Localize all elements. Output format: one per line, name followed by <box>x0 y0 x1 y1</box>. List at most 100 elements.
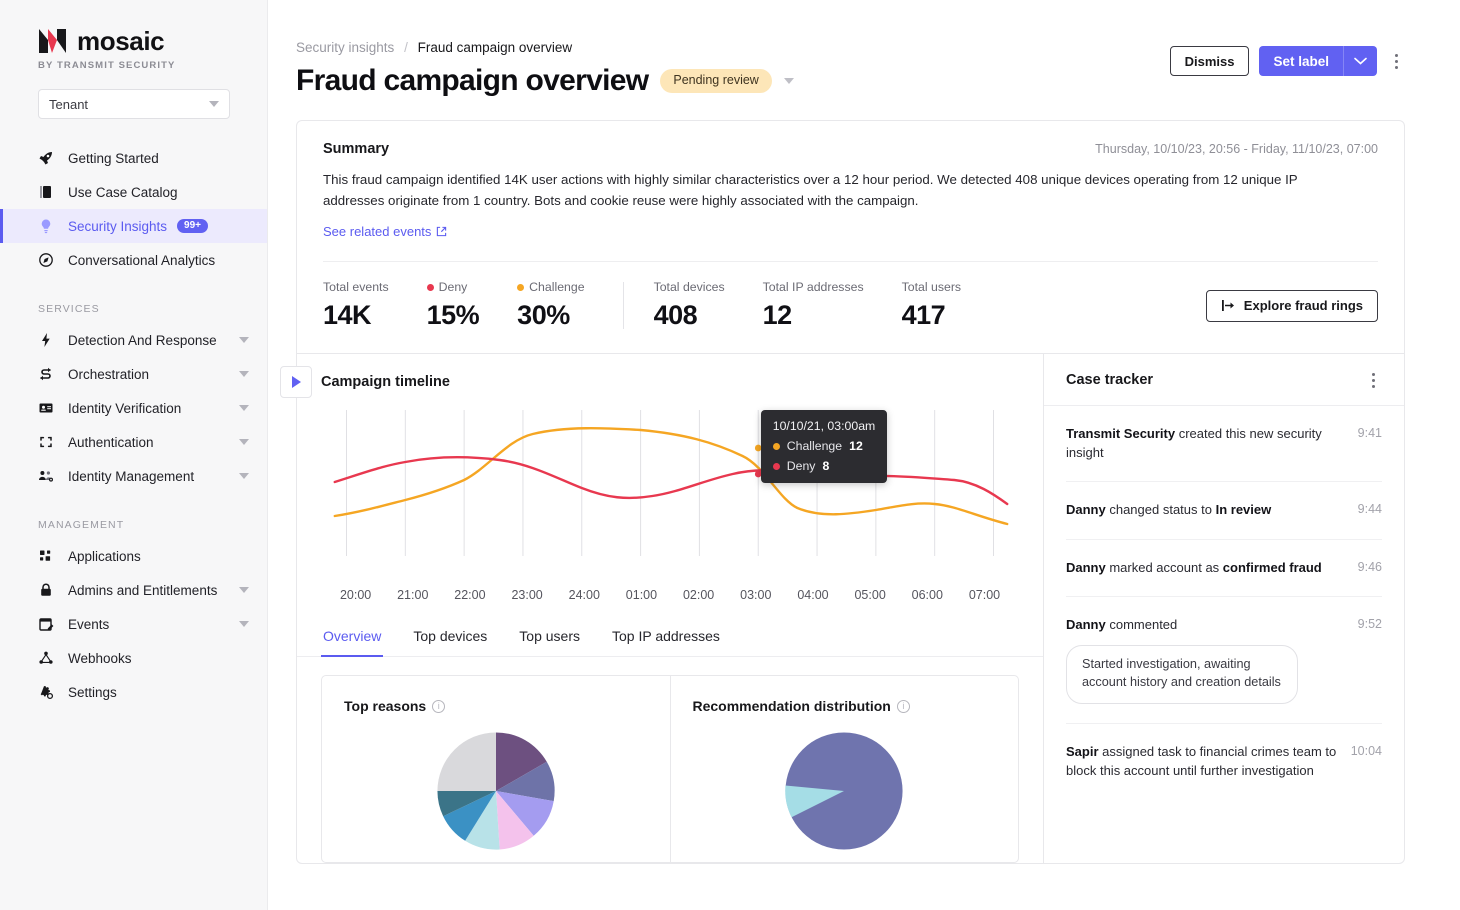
x-tick-label: 06:00 <box>911 588 943 603</box>
case-event-text: Sapir assigned task to financial crimes … <box>1066 743 1341 780</box>
header-left: Security insights / Fraud campaign overv… <box>296 40 794 98</box>
collapse-panel-button[interactable] <box>280 366 312 399</box>
chevron-down-icon[interactable] <box>239 587 249 593</box>
sidebar-item-events[interactable]: Events <box>0 607 267 641</box>
rocket-icon <box>38 150 58 166</box>
kpi-value: 408 <box>653 300 698 331</box>
case-event-actor: Sapir <box>1066 744 1099 760</box>
set-label-dropdown-button[interactable] <box>1343 46 1377 76</box>
detail-tabs: Overview Top devices Top users Top IP ad… <box>297 616 1043 658</box>
kpi-deny: Deny 15% <box>426 280 480 331</box>
sidebar-item-label: Identity Verification <box>68 400 182 416</box>
sidebar-item-settings[interactable]: Settings <box>0 675 267 709</box>
sidebar-item-label: Webhooks <box>68 650 132 666</box>
more-options-button[interactable] <box>1387 53 1405 69</box>
kpi-label: Deny <box>438 280 468 295</box>
recommendation-pie-chart[interactable] <box>783 730 905 852</box>
status-badge[interactable]: Pending review <box>660 69 772 93</box>
summary-section: Summary Thursday, 10/10/23, 20:56 - Frid… <box>297 121 1404 263</box>
explore-fraud-rings-button[interactable]: Explore fraud rings <box>1205 289 1378 322</box>
kpi-value: 14K <box>323 300 372 331</box>
recommendation-pie-holder <box>693 730 997 852</box>
panel-title-label: Recommendation distribution <box>692 698 891 715</box>
dismiss-button[interactable]: Dismiss <box>1169 46 1250 76</box>
case-event-row: Transmit Security created this new secur… <box>1066 425 1382 462</box>
sidebar-item-label: Conversational Analytics <box>68 252 216 268</box>
see-related-events-label: See related events <box>323 224 432 240</box>
set-label-button[interactable]: Set label <box>1259 46 1343 76</box>
info-icon[interactable]: i <box>896 699 910 713</box>
book-icon <box>38 184 58 200</box>
chevron-down-icon[interactable] <box>239 371 249 377</box>
info-icon[interactable]: i <box>432 699 446 713</box>
top-reasons-pie-holder <box>344 730 648 852</box>
sidebar-item-identity-management[interactable]: Identity Management <box>0 459 267 493</box>
case-event-text: Danny commented <box>1066 616 1348 634</box>
chevron-down-icon[interactable] <box>239 473 249 479</box>
summary-body: This fraud campaign identified 14K user … <box>323 172 1298 208</box>
lock-icon <box>38 582 58 598</box>
bulb-icon <box>38 218 58 234</box>
campaign-timeline-section: Campaign timeline 10/10/21, 03:00am Chal… <box>297 354 1043 608</box>
tab-top-devices[interactable]: Top devices <box>411 616 489 657</box>
tenant-select[interactable]: Tenant <box>38 89 230 119</box>
tab-overview[interactable]: Overview <box>321 616 384 658</box>
brand-tagline: BY TRANSMIT SECURITY <box>38 60 176 71</box>
sidebar-item-conversational-analytics[interactable]: Conversational Analytics <box>0 243 267 277</box>
sidebar-item-label: Orchestration <box>68 366 150 382</box>
chevron-down-icon <box>209 101 219 107</box>
case-event-time: 9:44 <box>1357 502 1382 517</box>
tooltip-value: 8 <box>822 459 830 474</box>
top-reasons-pie-chart[interactable] <box>435 730 557 852</box>
chevron-down-icon[interactable] <box>783 78 794 84</box>
sidebar-item-label: Events <box>68 616 110 632</box>
summary-date-range: Thursday, 10/10/23, 20:56 - Friday, 11/1… <box>1095 142 1378 156</box>
recommendation-title-row: Recommendation distribution i <box>693 698 997 714</box>
tooltip-row-challenge: Challenge 12 <box>772 439 876 453</box>
sidebar-item-applications[interactable]: Applications <box>0 539 267 573</box>
campaign-timeline-chart[interactable]: 10/10/21, 03:00am Challenge 12 Deny 8 <box>321 404 1019 582</box>
tab-top-ip-addresses[interactable]: Top IP addresses <box>610 616 722 657</box>
tab-top-users[interactable]: Top users <box>517 616 582 657</box>
timeline-svg <box>333 410 1009 557</box>
sidebar-item-orchestration[interactable]: Orchestration <box>0 357 267 391</box>
compass-icon <box>38 252 58 268</box>
sidebar-item-label: Admins and Entitlements <box>68 582 218 598</box>
chevron-down-icon[interactable] <box>239 405 249 411</box>
kpi-row: Total events 14K Deny 15% Challenge 30% <box>297 262 1404 353</box>
kpi-total-ip-addresses: Total IP addresses 12 <box>763 280 864 331</box>
sidebar-item-identity-verification[interactable]: Identity Verification <box>0 391 267 425</box>
challenge-color-dot-icon <box>517 283 525 291</box>
sidebar-section-services: SERVICES <box>38 303 100 315</box>
chevron-down-icon[interactable] <box>239 337 249 343</box>
sidebar-item-label: Settings <box>68 684 117 700</box>
chevron-down-icon[interactable] <box>239 621 249 627</box>
sidebar-item-authentication[interactable]: Authentication <box>0 425 267 459</box>
x-tick-label: 02:00 <box>682 588 715 603</box>
deny-series-line <box>333 456 1009 506</box>
users-gear-icon <box>38 468 58 484</box>
tooltip-timestamp: 10/10/21, 03:00am <box>772 419 876 434</box>
kpi-total-events: Total events 14K <box>323 280 389 331</box>
case-tracker-more-button[interactable] <box>1364 372 1382 388</box>
x-tick-label: 03:00 <box>740 588 772 603</box>
kpi-label: Total devices <box>653 280 725 295</box>
sidebar-item-admins-and-entitlements[interactable]: Admins and Entitlements <box>0 573 267 607</box>
sidebar-item-label: Authentication <box>68 434 154 450</box>
x-tick-label: 07:00 <box>968 588 1001 603</box>
sidebar-item-use-case-catalog[interactable]: Use Case Catalog <box>0 175 267 209</box>
breadcrumb-parent[interactable]: Security insights <box>296 40 394 55</box>
sidebar-item-security-insights[interactable]: Security Insights 99+ <box>0 209 267 243</box>
x-tick-label: 05:00 <box>854 588 886 603</box>
chevron-down-icon[interactable] <box>239 439 249 445</box>
chart-tooltip: 10/10/21, 03:00am Challenge 12 Deny 8 <box>760 410 888 484</box>
sidebar-item-detection-and-response[interactable]: Detection And Response <box>0 323 267 357</box>
deny-color-dot-icon <box>426 283 434 291</box>
scan-frame-icon <box>38 434 58 450</box>
sidebar-item-getting-started[interactable]: Getting Started <box>0 141 267 175</box>
sidebar-item-webhooks[interactable]: Webhooks <box>0 641 267 675</box>
summary-header: Summary Thursday, 10/10/23, 20:56 - Frid… <box>323 141 1378 157</box>
top-reasons-panel: Top reasons i <box>321 675 671 864</box>
x-tick-label: 23:00 <box>511 588 543 603</box>
see-related-events-link[interactable]: See related events <box>323 224 447 239</box>
